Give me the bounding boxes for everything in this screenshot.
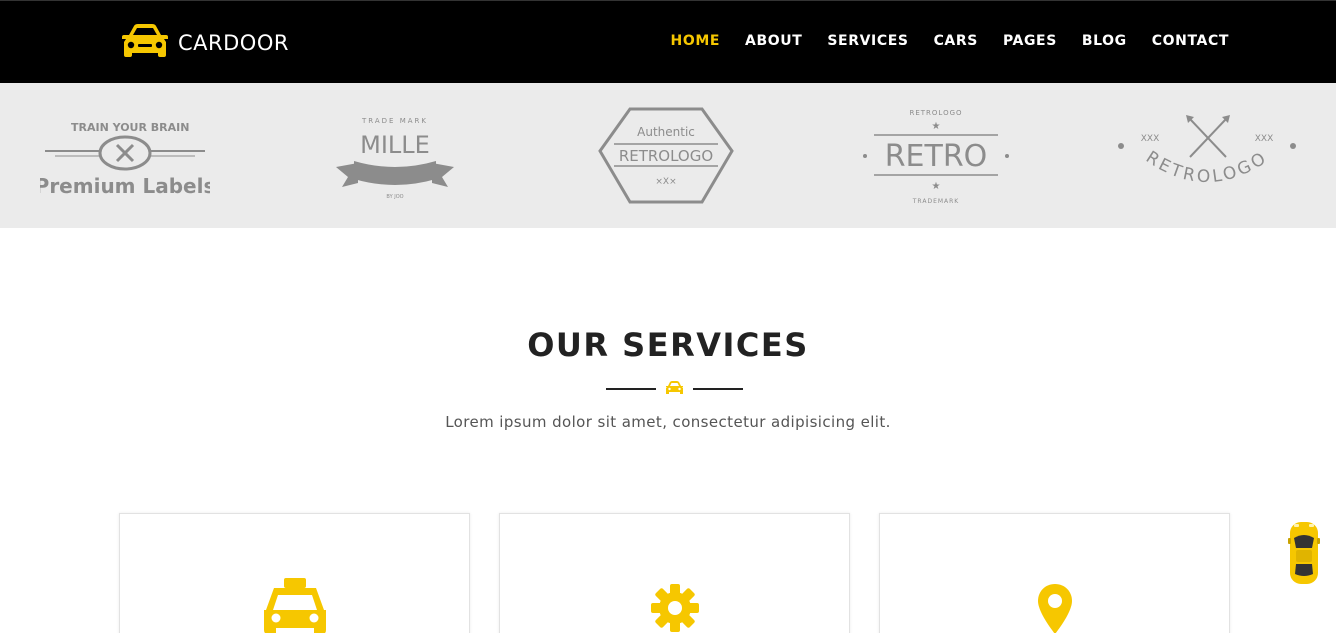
client-logo-retro: RETROLOGO ★ RETRO ★ TRADEMARK <box>860 83 1012 228</box>
title-divider <box>606 378 743 398</box>
client-logos-strip: TRAIN YOUR BRAIN Premium Labels TRADE MA… <box>0 83 1336 228</box>
client-logo-text: XXX <box>1255 134 1274 144</box>
car-icon <box>665 380 684 396</box>
map-marker-icon <box>1037 584 1072 633</box>
service-card[interactable] <box>499 513 850 633</box>
svg-text:★: ★ <box>932 121 941 132</box>
site-header: CARDOOR HOME ABOUT SERVICES CARS PAGES B… <box>0 0 1336 83</box>
client-logo-mille: TRADE MARK MILLE BY JOO <box>330 83 460 228</box>
client-logo-retrologo-arrows: XXX XXX RETROLOGO <box>1114 83 1300 228</box>
client-logo-text: RETROLOGO <box>1142 147 1269 187</box>
client-logo-authentic-retrologo: Authentic RETROLOGO ×X× <box>596 83 736 228</box>
client-logo-text: TRADEMARK <box>912 198 960 205</box>
client-logo-text: MILLE <box>360 131 430 159</box>
main-nav: HOME ABOUT SERVICES CARS PAGES BLOG CONT… <box>671 33 1229 49</box>
car-front-icon <box>120 21 170 65</box>
client-logo-text: RETROLOGO <box>909 109 962 117</box>
service-card[interactable] <box>879 513 1230 633</box>
section-subtitle: Lorem ipsum dolor sit amet, consectetur … <box>445 413 891 431</box>
nav-home[interactable]: HOME <box>671 33 721 49</box>
client-logo-text: ×X× <box>655 177 676 187</box>
section-title: OUR SERVICES <box>527 326 809 364</box>
gear-icon <box>650 583 700 633</box>
brand-name: CARDOOR <box>178 31 289 55</box>
client-logo-text: Authentic <box>637 125 695 139</box>
svg-text:RETROLOGO: RETROLOGO <box>1142 147 1272 187</box>
client-logo-text: BY JOO <box>386 194 403 200</box>
car-top-view-icon[interactable] <box>1287 520 1321 586</box>
brand[interactable]: CARDOOR <box>120 21 289 65</box>
client-logo-text: TRAIN YOUR BRAIN <box>71 121 189 134</box>
client-logo-premium-labels: TRAIN YOUR BRAIN Premium Labels <box>40 83 210 228</box>
taxi-icon <box>262 578 328 633</box>
client-logo-text: TRADE MARK <box>361 117 428 125</box>
nav-about[interactable]: ABOUT <box>745 33 802 49</box>
client-logo-text: RETRO <box>885 139 988 174</box>
nav-services[interactable]: SERVICES <box>827 33 908 49</box>
client-logo-text: Premium Labels <box>40 174 210 198</box>
nav-contact[interactable]: CONTACT <box>1152 33 1229 49</box>
service-card[interactable] <box>119 513 470 633</box>
client-logo-text: XXX <box>1141 134 1160 144</box>
nav-cars[interactable]: CARS <box>934 33 978 49</box>
nav-pages[interactable]: PAGES <box>1003 33 1057 49</box>
svg-text:★: ★ <box>932 181 941 192</box>
nav-blog[interactable]: BLOG <box>1082 33 1127 49</box>
client-logo-text: RETROLOGO <box>619 147 713 165</box>
